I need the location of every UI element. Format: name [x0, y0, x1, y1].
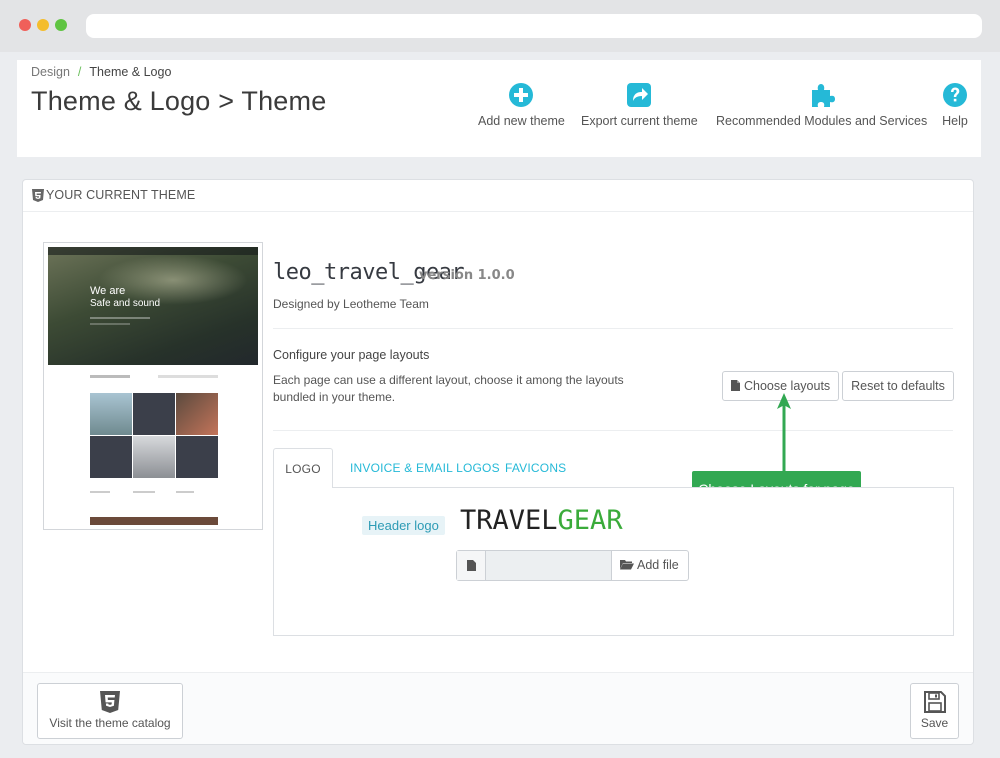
preview-hero-line1: We are — [90, 285, 126, 297]
folder-open-icon — [620, 560, 634, 570]
logo-file-input[interactable] — [486, 551, 612, 580]
recommended-modules-label: Recommended Modules and Services — [716, 114, 928, 128]
save-label: Save — [920, 716, 949, 730]
recommended-modules-button[interactable]: Recommended Modules and Services — [716, 82, 927, 128]
theme-preview-image: We are Safe and sound — [43, 242, 263, 530]
divider — [273, 328, 953, 329]
breadcrumb-design-link[interactable]: Design — [31, 65, 70, 79]
logo-file-upload: Add file — [456, 550, 689, 581]
save-button[interactable]: Save — [910, 683, 959, 739]
save-icon — [923, 691, 946, 713]
divider — [273, 430, 953, 431]
visit-theme-catalog-button[interactable]: Visit the theme catalog — [37, 683, 183, 739]
annotation-arrow-icon — [777, 393, 791, 475]
file-icon-box — [457, 551, 486, 580]
logo-text-travel: TRAVEL — [460, 505, 558, 536]
theme-author: Designed by Leotheme Team — [273, 297, 429, 311]
add-file-label: Add file — [637, 558, 679, 572]
visit-theme-catalog-label: Visit the theme catalog — [49, 716, 171, 730]
question-circle-icon — [943, 83, 967, 107]
current-theme-panel: YOUR CURRENT THEME We are Safe and sound — [22, 179, 974, 745]
layouts-description: Each page can use a different layout, ch… — [273, 373, 624, 404]
panel-heading: YOUR CURRENT THEME — [23, 180, 973, 212]
file-icon — [731, 380, 740, 391]
tab-favicons[interactable]: FAVICONS — [505, 448, 566, 488]
maximize-window-button[interactable] — [55, 19, 67, 31]
close-window-button[interactable] — [19, 19, 31, 31]
help-button[interactable]: Help — [942, 82, 968, 128]
breadcrumb: Design / Theme & Logo — [31, 65, 171, 79]
choose-layouts-label: Choose layouts — [744, 379, 831, 393]
reset-to-defaults-label: Reset to defaults — [851, 379, 945, 393]
header-logo-image: TRAVELGEAR — [460, 505, 623, 536]
panel-footer: Visit the theme catalog Save — [23, 672, 973, 744]
help-label: Help — [942, 114, 968, 128]
share-icon — [627, 83, 652, 107]
page-header: Design / Theme & Logo Theme & Logo > Theme… — [17, 60, 981, 157]
add-file-button[interactable]: Add file — [612, 551, 688, 580]
add-new-theme-button[interactable]: Add new theme — [478, 82, 565, 128]
address-bar[interactable] — [86, 14, 982, 38]
preview-hero: We are Safe and sound — [48, 247, 258, 365]
header-logo-label: Header logo — [362, 516, 445, 535]
panel-heading-text: YOUR CURRENT THEME — [46, 188, 196, 202]
html5-icon — [32, 189, 44, 202]
theme-version: version 1.0.0 — [419, 268, 515, 283]
page-title: Theme & Logo > Theme — [31, 86, 327, 116]
preview-hero-line2: Safe and sound — [90, 298, 161, 309]
logo-text-gear: GEAR — [557, 505, 623, 536]
file-icon — [467, 560, 476, 571]
add-new-theme-label: Add new theme — [478, 114, 565, 128]
tab-logo[interactable]: LOGO — [273, 448, 333, 488]
breadcrumb-current: Theme & Logo — [89, 65, 172, 79]
puzzle-icon — [811, 84, 835, 107]
browser-chrome — [0, 0, 1000, 52]
export-current-theme-label: Export current theme — [581, 114, 698, 128]
breadcrumb-separator: / — [77, 65, 82, 79]
minimize-window-button[interactable] — [37, 19, 49, 31]
tab-invoice-email-logos[interactable]: INVOICE & EMAIL LOGOS — [350, 448, 500, 488]
plus-circle-icon — [509, 83, 534, 107]
layouts-title: Configure your page layouts — [273, 348, 430, 362]
reset-to-defaults-button[interactable]: Reset to defaults — [842, 371, 954, 401]
export-current-theme-button[interactable]: Export current theme — [581, 82, 698, 128]
html5-icon — [100, 691, 120, 713]
